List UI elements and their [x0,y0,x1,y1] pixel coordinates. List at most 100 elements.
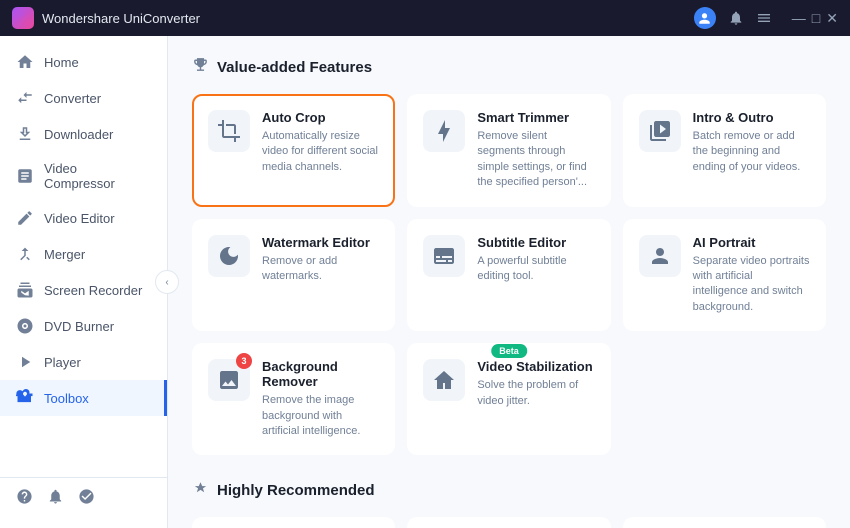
sidebar-downloader-label: Downloader [44,127,113,142]
sidebar-bottom [0,477,167,520]
app-body: Home Converter Downloader Video Compress… [0,36,850,528]
sidebar-item-video-compressor[interactable]: Video Compressor [0,152,167,200]
intro-outro-title: Intro & Outro [693,110,810,125]
title-bar-left: Wondershare UniConverter [12,7,200,29]
sidebar-converter-label: Converter [44,91,101,106]
watermark-title: Watermark Editor [262,235,379,250]
bell-icon[interactable] [47,488,64,510]
feedback-icon[interactable] [78,488,95,510]
converter-icon [16,89,34,107]
feature-card-auto-crop[interactable]: Auto Crop Automatically resize video for… [192,94,395,207]
intro-outro-desc: Batch remove or add the beginning and en… [693,129,810,175]
subtitle-info: Subtitle Editor A powerful subtitle edit… [477,235,594,285]
edit-icon [16,209,34,227]
smart-trimmer-desc: Remove silent segments through simple se… [477,129,594,191]
stabilization-desc: Solve the problem of video jitter. [477,378,594,409]
feature-card-gif-maker[interactable]: GIF Maker Make GIF from videos or pictur… [407,517,610,528]
close-button[interactable]: ✕ [826,10,838,27]
bg-remover-desc: Remove the image background with artific… [262,393,379,439]
stabilization-info: Video Stabilization Solve the problem of… [477,359,594,409]
intro-outro-icon [639,110,681,152]
minimize-button[interactable]: — [792,10,806,27]
feature-card-intro-outro[interactable]: Intro & Outro Batch remove or add the be… [623,94,826,207]
record-icon [16,281,34,299]
value-added-header: Value-added Features [192,56,826,78]
feature-card-watermark[interactable]: Watermark Editor Remove or add watermark… [192,219,395,332]
feature-card-metadata[interactable]: Fix Media Metadata Auto-fix and edit met… [623,517,826,528]
beta-badge: Beta [491,344,527,358]
toolbox-icon [16,389,34,407]
smart-trimmer-info: Smart Trimmer Remove silent segments thr… [477,110,594,191]
recommended-header: Highly Recommended [192,479,826,501]
sidebar-item-downloader[interactable]: Downloader [0,116,167,152]
sidebar-editor-label: Video Editor [44,211,115,226]
feature-card-smart-trimmer[interactable]: Smart Trimmer Remove silent segments thr… [407,94,610,207]
recommended-grid: Image Converter Convert images to other … [192,517,826,528]
value-added-title: Value-added Features [217,59,372,76]
trophy-icon [192,56,209,78]
app-title: Wondershare UniConverter [42,11,200,26]
recommended-title: Highly Recommended [217,482,375,499]
stabilization-icon [423,359,465,401]
feature-card-stabilization[interactable]: Beta Video Stabilization Solve the probl… [407,343,610,455]
merger-icon [16,245,34,263]
title-bar-controls: — □ ✕ [694,7,838,29]
bg-remover-info: Background Remover Remove the image back… [262,359,379,439]
sidebar-dvd-label: DVD Burner [44,319,114,334]
sidebar-item-converter[interactable]: Converter [0,80,167,116]
home-icon [16,53,34,71]
subtitle-title: Subtitle Editor [477,235,594,250]
sidebar: Home Converter Downloader Video Compress… [0,36,168,528]
auto-crop-info: Auto Crop Automatically resize video for… [262,110,379,175]
smart-trimmer-icon [423,110,465,152]
bg-remover-badge: 3 [236,353,252,369]
feature-card-ai-portrait[interactable]: AI Portrait Separate video portraits wit… [623,219,826,332]
feature-card-bg-remover[interactable]: 3 Background Remover Remove the image ba… [192,343,395,455]
smart-trimmer-title: Smart Trimmer [477,110,594,125]
bg-remover-title: Background Remover [262,359,379,389]
value-added-grid: Auto Crop Automatically resize video for… [192,94,826,455]
content-area: Value-added Features Auto Crop Automatic… [168,36,850,528]
menu-icon[interactable] [756,10,772,26]
sidebar-collapse-btn[interactable]: ‹ [155,270,179,294]
dvd-icon [16,317,34,335]
sidebar-toolbox-label: Toolbox [44,391,89,406]
compress-icon [16,167,34,185]
subtitle-desc: A powerful subtitle editing tool. [477,254,594,285]
sidebar-item-player[interactable]: Player [0,344,167,380]
ai-portrait-title: AI Portrait [693,235,810,250]
ai-portrait-desc: Separate video portraits with artificial… [693,254,810,316]
subtitle-icon [423,235,465,277]
downloader-icon [16,125,34,143]
watermark-icon [208,235,250,277]
sidebar-player-label: Player [44,355,81,370]
sidebar-item-toolbox[interactable]: Toolbox [0,380,167,416]
sidebar-item-merger[interactable]: Merger [0,236,167,272]
ai-portrait-icon [639,235,681,277]
feature-card-subtitle[interactable]: Subtitle Editor A powerful subtitle edit… [407,219,610,332]
help-icon[interactable] [16,488,33,510]
play-icon [16,353,34,371]
watermark-desc: Remove or add watermarks. [262,254,379,285]
ai-portrait-info: AI Portrait Separate video portraits wit… [693,235,810,316]
sidebar-home-label: Home [44,55,79,70]
sidebar-compressor-label: Video Compressor [44,161,151,191]
stabilization-title: Video Stabilization [477,359,594,374]
sidebar-item-dvd-burner[interactable]: DVD Burner [0,308,167,344]
intro-outro-info: Intro & Outro Batch remove or add the be… [693,110,810,175]
notification-icon[interactable] [728,10,744,26]
feature-card-image-converter[interactable]: Image Converter Convert images to other … [192,517,395,528]
sidebar-item-home[interactable]: Home [0,44,167,80]
user-icon[interactable] [694,7,716,29]
title-bar: Wondershare UniConverter — □ ✕ [0,0,850,36]
auto-crop-title: Auto Crop [262,110,379,125]
sidebar-merger-label: Merger [44,247,85,262]
sidebar-item-screen-recorder[interactable]: Screen Recorder [0,272,167,308]
star-icon [192,479,209,501]
window-buttons: — □ ✕ [792,10,838,27]
sidebar-item-video-editor[interactable]: Video Editor [0,200,167,236]
maximize-button[interactable]: □ [812,10,820,27]
app-logo [12,7,34,29]
sidebar-recorder-label: Screen Recorder [44,283,142,298]
auto-crop-icon [208,110,250,152]
